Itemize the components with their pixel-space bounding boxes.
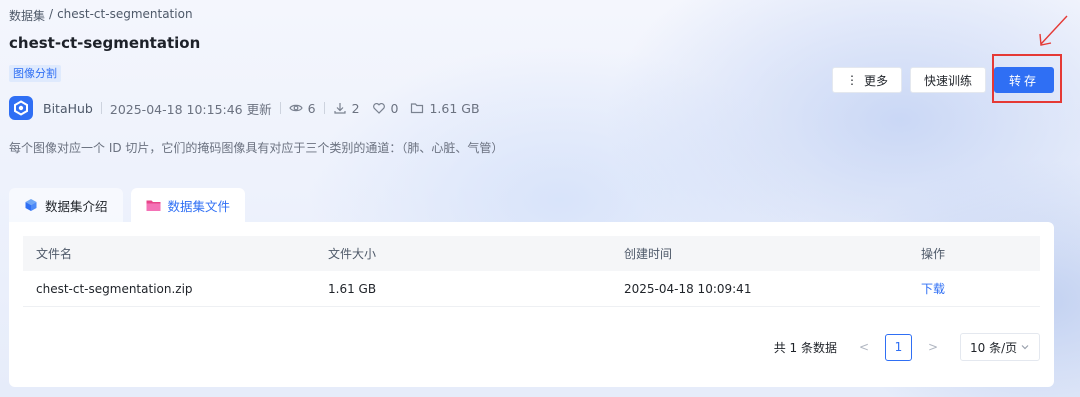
column-header-size: 文件大小	[328, 247, 377, 261]
file-name: chest-ct-segmentation.zip	[36, 281, 193, 296]
updated-time: 2025-04-18 10:15:46 更新	[109, 101, 272, 117]
owner-name[interactable]: BitaHub	[43, 101, 93, 116]
eye-icon	[288, 104, 303, 112]
divider	[323, 102, 325, 114]
page-size-select[interactable]: 10 条/页	[960, 333, 1040, 361]
table-row: chest-ct-segmentation.zip 1.61 GB 2025-0…	[23, 271, 1040, 307]
more-dots-icon: ⋮	[845, 73, 858, 87]
tab-dataset-intro[interactable]: 数据集介绍	[9, 188, 123, 222]
likes-count: 0	[390, 100, 399, 116]
highlight-box	[992, 54, 1062, 103]
file-size: 1.61 GB	[328, 281, 377, 296]
annotation-arrow-icon	[1039, 15, 1068, 46]
views-count: 6	[307, 100, 316, 116]
divider	[279, 102, 281, 114]
page-size-value: 10 条/页	[970, 340, 1018, 355]
downloads-count: 2	[351, 100, 360, 116]
pagination: 共 1 条数据 < 1 > 10 条/页	[774, 333, 1040, 361]
dataset-description: 每个图像对应一个 ID 切片，它们的掩码图像具有对应于三个类别的通道：（肺、心脏…	[9, 141, 504, 155]
breadcrumb: 数据集 / chest-ct-segmentation	[9, 7, 193, 24]
tab-label: 数据集介绍	[45, 198, 108, 214]
tab-label: 数据集文件	[167, 198, 231, 214]
column-header-created: 创建时间	[624, 247, 673, 261]
column-header-action: 操作	[921, 247, 946, 261]
size-stat: 1.61 GB	[410, 100, 480, 116]
page-number-current[interactable]: 1	[885, 333, 912, 361]
download-link[interactable]: 下载	[921, 271, 945, 306]
pagination-total: 共 1 条数据	[773, 340, 837, 355]
downloads-stat: 2	[333, 101, 360, 116]
folder-icon	[146, 200, 161, 211]
dataset-size: 1.61 GB	[429, 100, 480, 116]
file-created: 2025-04-18 10:09:41	[624, 281, 752, 296]
tab-dataset-files[interactable]: 数据集文件	[130, 188, 246, 222]
download-icon	[333, 103, 346, 114]
dataset-meta: BitaHub 2025-04-18 10:15:46 更新 6 2 0 1.6…	[9, 96, 492, 120]
files-card: 文件名 文件大小 创建时间 操作 chest-ct-segmentation.z…	[9, 222, 1054, 387]
chevron-down-icon	[1021, 345, 1029, 350]
tab-bar: 数据集介绍 数据集文件	[9, 188, 246, 222]
breadcrumb-separator: /	[49, 7, 54, 21]
folder-outline-icon	[411, 103, 424, 114]
quick-train-button[interactable]: 快速训练	[909, 67, 986, 93]
cube-icon	[25, 199, 37, 211]
column-header-name: 文件名	[36, 247, 73, 261]
views-stat: 6	[288, 100, 316, 116]
bitahub-logo-icon	[9, 96, 33, 120]
dataset-page: 数据集 / chest-ct-segmentation chest-ct-seg…	[0, 0, 1080, 397]
breadcrumb-datasets-link[interactable]: 数据集	[9, 7, 45, 24]
heart-icon	[372, 102, 385, 114]
breadcrumb-current: chest-ct-segmentation	[57, 7, 193, 21]
divider	[100, 102, 102, 114]
next-page-button[interactable]: >	[920, 334, 946, 360]
more-button-label: 更多	[863, 73, 888, 88]
page-title: chest-ct-segmentation	[9, 34, 201, 52]
likes-stat: 0	[372, 100, 399, 116]
prev-page-button[interactable]: <	[851, 334, 877, 360]
table-header: 文件名 文件大小 创建时间 操作	[23, 236, 1040, 271]
category-tag[interactable]: 图像分割	[9, 65, 61, 82]
more-button[interactable]: ⋮ 更多	[831, 67, 902, 93]
